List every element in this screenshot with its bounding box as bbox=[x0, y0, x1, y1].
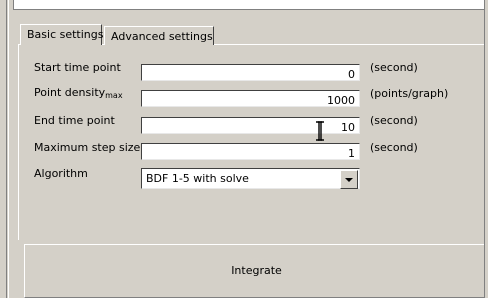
point-density-label-main: Point density bbox=[34, 86, 106, 99]
max-step-label: Maximum step size bbox=[34, 141, 141, 154]
text-cursor-icon bbox=[316, 121, 324, 141]
tab-basic-settings[interactable]: Basic settings bbox=[20, 24, 103, 45]
point-density-value: 1000 bbox=[327, 94, 355, 107]
window-right-edge bbox=[484, 0, 488, 298]
algorithm-select[interactable]: BDF 1-5 with solve bbox=[141, 168, 360, 189]
end-time-label: End time point bbox=[34, 114, 115, 127]
start-time-label: Start time point bbox=[34, 61, 121, 74]
point-density-label: Point densitymax bbox=[34, 85, 123, 101]
max-step-unit: (second) bbox=[370, 141, 418, 154]
point-density-label-sub: max bbox=[105, 91, 123, 100]
window-left-edge bbox=[6, 0, 9, 298]
integrate-button[interactable]: Integrate bbox=[24, 244, 488, 298]
start-time-unit: (second) bbox=[370, 61, 418, 74]
point-density-unit: (points/graph) bbox=[370, 87, 449, 100]
start-time-value: 0 bbox=[348, 68, 355, 81]
upper-field-edge bbox=[13, 0, 488, 10]
algorithm-selected-value: BDF 1-5 with solve bbox=[146, 172, 249, 185]
end-time-input[interactable]: 10 bbox=[141, 117, 360, 134]
algorithm-label: Algorithm bbox=[34, 167, 88, 180]
dropdown-arrow-icon[interactable] bbox=[340, 170, 358, 189]
end-time-value: 10 bbox=[341, 121, 355, 134]
point-density-input[interactable]: 1000 bbox=[141, 90, 360, 107]
start-time-input[interactable]: 0 bbox=[141, 64, 360, 81]
end-time-unit: (second) bbox=[370, 114, 418, 127]
max-step-input[interactable]: 1 bbox=[141, 143, 360, 160]
tab-advanced-settings[interactable]: Advanced settings bbox=[104, 26, 214, 45]
max-step-value: 1 bbox=[348, 147, 355, 160]
